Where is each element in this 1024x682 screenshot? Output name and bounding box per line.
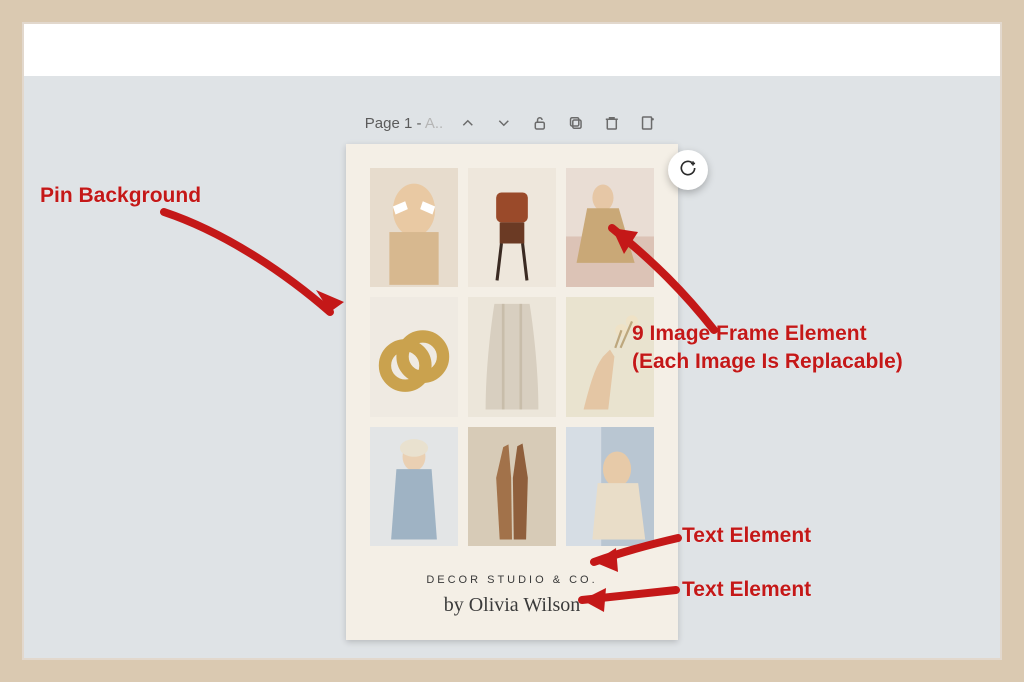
annotation-pin-background: Pin Background [40,184,201,208]
pin-background[interactable]: DECOR STUDIO & CO. by Olivia Wilson [346,144,678,640]
speech-bubble-plus-icon [678,158,698,183]
chevron-up-icon[interactable] [457,112,479,134]
page-label[interactable]: Page 1 - A.. [365,115,443,132]
image-frame-4[interactable] [370,297,458,416]
document-inner-frame: Page 1 - A.. [22,22,1002,660]
annotation-text-element-1: Text Element [682,524,811,548]
lock-icon[interactable] [529,112,551,134]
image-frame-9[interactable] [566,427,654,546]
annotation-image-frames-line2: (Each Image Is Replacable) [632,348,903,376]
annotation-text-element-2: Text Element [682,578,811,602]
image-frame-5[interactable] [468,297,556,416]
add-page-icon[interactable] [637,112,659,134]
image-frame-grid [370,168,654,546]
trash-icon[interactable] [601,112,623,134]
annotation-image-frames: 9 Image Frame Element (Each Image Is Rep… [632,320,903,377]
title-text[interactable]: DECOR STUDIO & CO. [346,574,678,586]
image-frame-8[interactable] [468,427,556,546]
image-frame-7[interactable] [370,427,458,546]
image-frame-2[interactable] [468,168,556,287]
image-frame-1[interactable] [370,168,458,287]
page-label-muted: A.. [425,115,443,132]
comment-button[interactable] [668,150,708,190]
chevron-down-icon[interactable] [493,112,515,134]
annotation-image-frames-line1: 9 Image Frame Element [632,320,903,348]
document-outer-frame: Page 1 - A.. [0,0,1024,682]
byline-text[interactable]: by Olivia Wilson [346,594,678,617]
page-label-text: Page 1 - [365,115,422,132]
page-toolbar: Page 1 - A.. [365,112,659,134]
image-frame-3[interactable] [566,168,654,287]
duplicate-icon[interactable] [565,112,587,134]
